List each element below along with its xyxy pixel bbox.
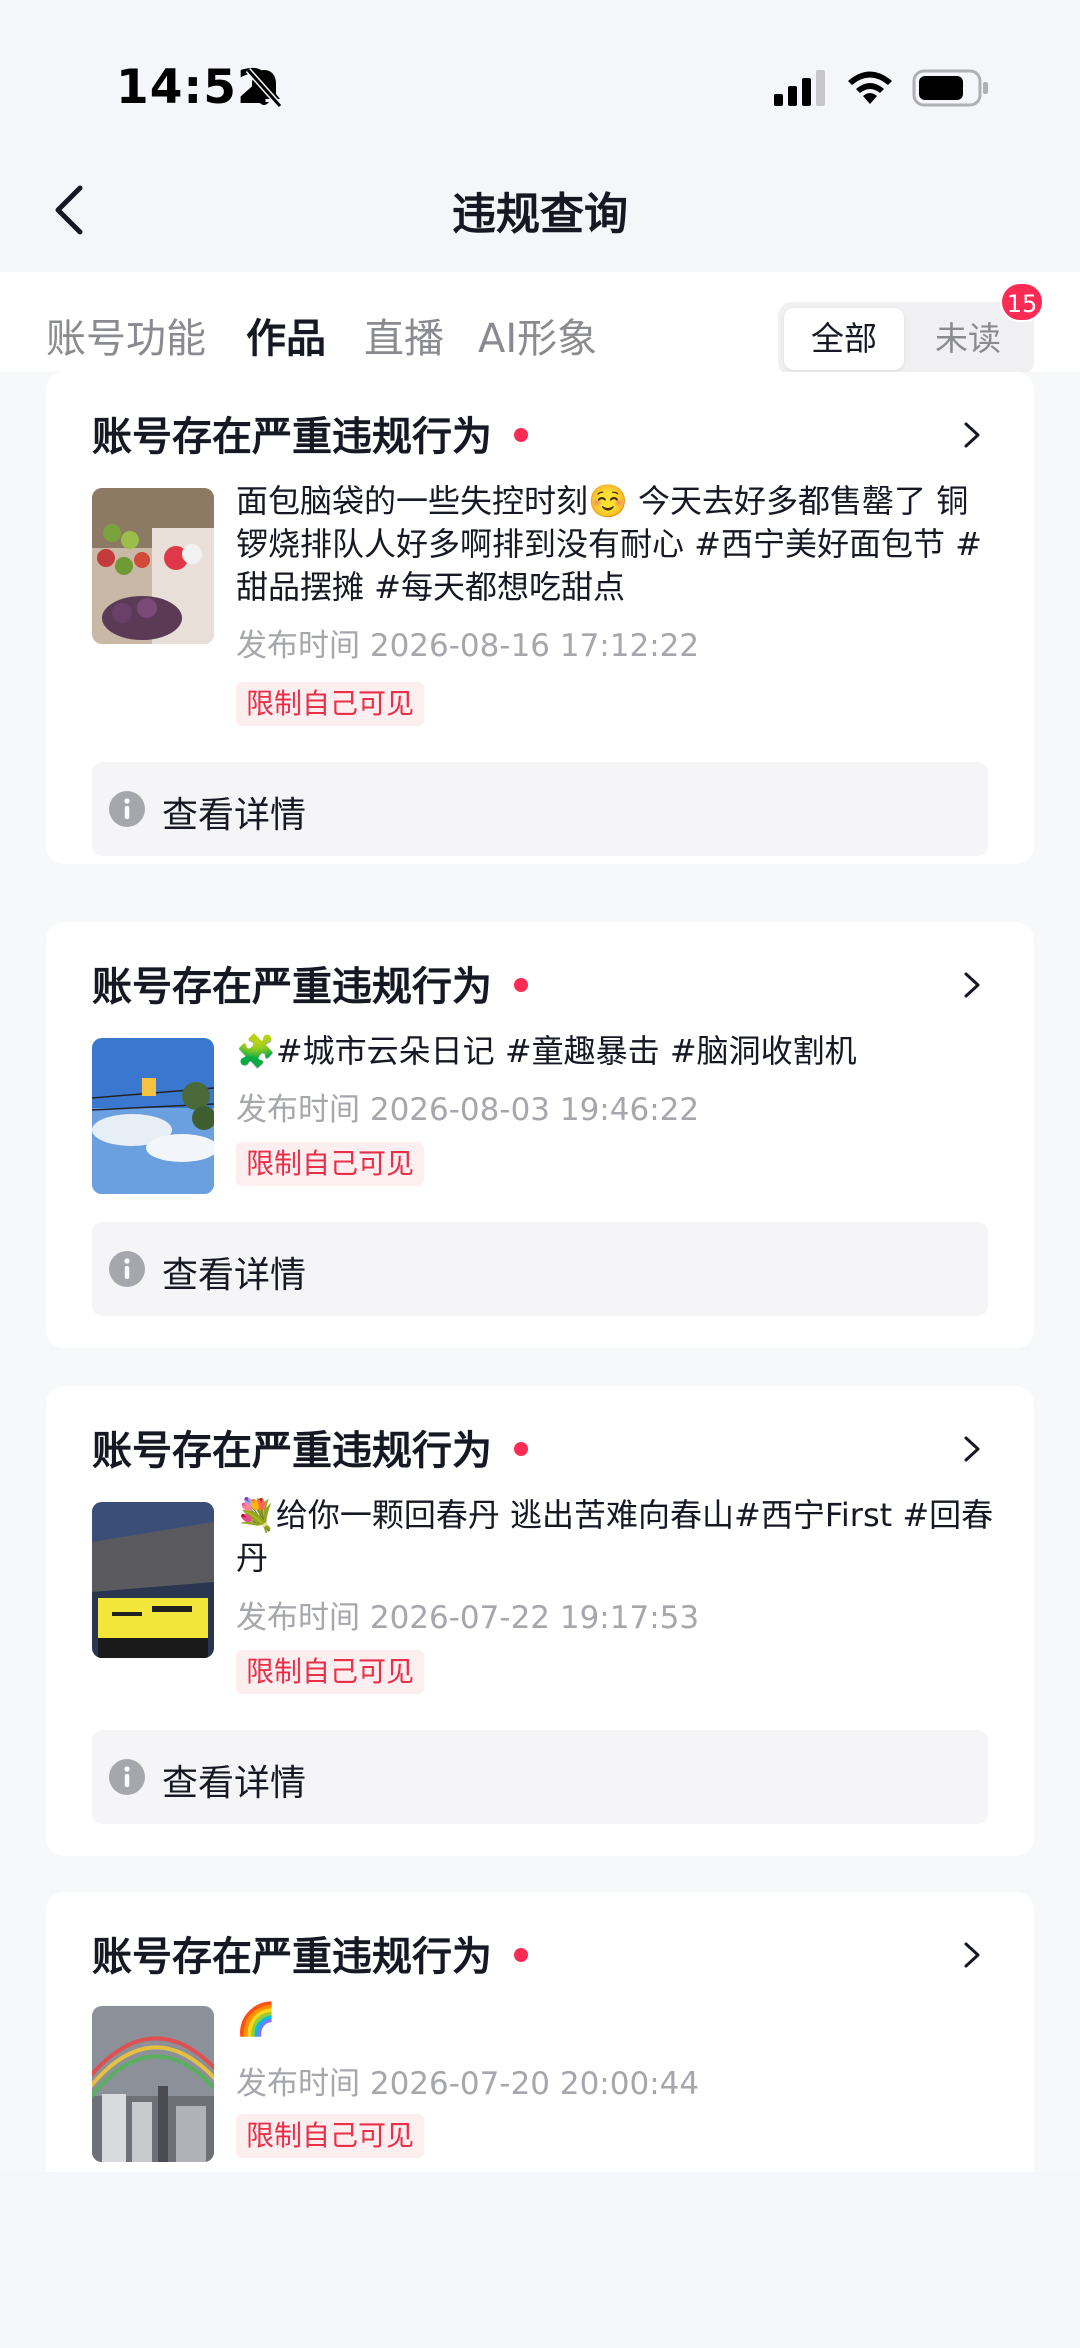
view-details-button[interactable]: 查看详情 bbox=[92, 1730, 988, 1824]
battery-icon bbox=[912, 69, 988, 107]
unread-dot bbox=[514, 1948, 528, 1962]
view-details-button[interactable]: 查看详情 bbox=[92, 762, 988, 856]
card-title: 账号存在严重违规行为 bbox=[92, 1934, 492, 1980]
filter-all-button[interactable]: 全部 bbox=[784, 308, 904, 370]
unread-dot bbox=[514, 428, 528, 442]
violation-list: 账号存在严重违规行为 面包脑袋的一些失控时刻☺️ 今天去好多都售罄了 铜锣烧排队… bbox=[0, 372, 1080, 2172]
nav-bar: 违规查询 bbox=[0, 150, 1080, 270]
dessert-stall-image bbox=[92, 488, 214, 644]
category-tabs: 账号功能 作品 直播 AI形象 全部 未读 15 bbox=[0, 272, 1080, 376]
rainbow-skyline-image bbox=[92, 2006, 214, 2162]
violation-card[interactable]: 账号存在严重违规行为 bbox=[46, 372, 1034, 864]
bell-muted-icon bbox=[245, 68, 283, 108]
video-description: 🌈 bbox=[236, 2000, 276, 2038]
restriction-tag: 限制自己可见 bbox=[236, 1142, 425, 1186]
card-title: 账号存在严重违规行为 bbox=[92, 414, 492, 460]
publish-time: 发布时间 2026-07-22 19:17:53 bbox=[236, 1600, 700, 1636]
violation-card[interactable]: 账号存在严重违规行为 bbox=[46, 922, 1034, 1348]
unread-count-badge: 15 bbox=[1000, 282, 1044, 322]
publish-time: 发布时间 2026-08-03 19:46:22 bbox=[236, 1092, 700, 1128]
view-details-label: 查看详情 bbox=[162, 1763, 307, 1804]
card-title: 账号存在严重违规行为 bbox=[92, 964, 492, 1010]
video-thumbnail[interactable] bbox=[92, 1038, 214, 1194]
restriction-tag: 限制自己可见 bbox=[236, 1650, 425, 1694]
view-details-button[interactable]: 查看详情 bbox=[92, 1222, 988, 1316]
violation-card[interactable]: 账号存在严重违规行为 bbox=[46, 1892, 1034, 2172]
content-area: 账号功能 作品 直播 AI形象 全部 未读 15 账号存在严重违规行为 面包脑袋… bbox=[0, 272, 1080, 2172]
tab-ai-avatar[interactable]: AI形象 bbox=[478, 306, 597, 364]
chevron-right-icon[interactable] bbox=[960, 1432, 984, 1466]
tab-account-function[interactable]: 账号功能 bbox=[46, 306, 206, 364]
sky-clouds-image bbox=[92, 1038, 214, 1194]
chevron-right-icon[interactable] bbox=[960, 418, 984, 452]
restriction-tag: 限制自己可见 bbox=[236, 682, 425, 726]
info-icon bbox=[109, 1759, 145, 1795]
cellular-signal-icon bbox=[774, 70, 825, 106]
status-bar: 14:52 bbox=[0, 0, 1080, 150]
card-title: 账号存在严重违规行为 bbox=[92, 1428, 492, 1474]
chevron-right-icon[interactable] bbox=[960, 1938, 984, 1972]
video-description: 🧩#城市云朵日记 #童趣暴击 #脑洞收割机 bbox=[236, 1032, 857, 1070]
video-thumbnail[interactable] bbox=[92, 2006, 214, 2162]
bottom-safe-area bbox=[0, 2172, 1080, 2348]
publish-time: 发布时间 2026-08-16 17:12:22 bbox=[236, 628, 700, 664]
tab-works[interactable]: 作品 bbox=[246, 306, 326, 364]
storefront-image bbox=[92, 1502, 214, 1658]
publish-time: 发布时间 2026-07-20 20:00:44 bbox=[236, 2066, 700, 2102]
app-screen: 14:52 违规查询 账号功能 作品 直播 AI形象 全部 未读 15 账号存在… bbox=[0, 0, 1080, 2348]
info-icon bbox=[109, 1251, 145, 1287]
video-thumbnail[interactable] bbox=[92, 488, 214, 644]
info-icon bbox=[109, 791, 145, 827]
unread-dot bbox=[514, 1442, 528, 1456]
video-description: 💐给你一颗回春丹 逃出苦难向春山#西宁First #回春丹 bbox=[236, 1496, 994, 1577]
violation-card[interactable]: 账号存在严重违规行为 💐给你一颗回春丹 逃出苦难向春山#西宁First #回春丹… bbox=[46, 1386, 1034, 1856]
read-filter-toggle: 全部 未读 bbox=[778, 302, 1034, 376]
video-description: 面包脑袋的一些失控时刻☺️ 今天去好多都售罄了 铜锣烧排队人好多啊排到没有耐心 … bbox=[236, 482, 982, 606]
restriction-tag: 限制自己可见 bbox=[236, 2114, 425, 2158]
wifi-icon bbox=[848, 71, 892, 104]
view-details-label: 查看详情 bbox=[162, 795, 307, 836]
unread-dot bbox=[514, 978, 528, 992]
view-details-label: 查看详情 bbox=[162, 1255, 307, 1296]
tab-live[interactable]: 直播 bbox=[364, 306, 444, 364]
page-title: 违规查询 bbox=[452, 189, 628, 240]
video-thumbnail[interactable] bbox=[92, 1502, 214, 1658]
chevron-right-icon[interactable] bbox=[960, 968, 984, 1002]
